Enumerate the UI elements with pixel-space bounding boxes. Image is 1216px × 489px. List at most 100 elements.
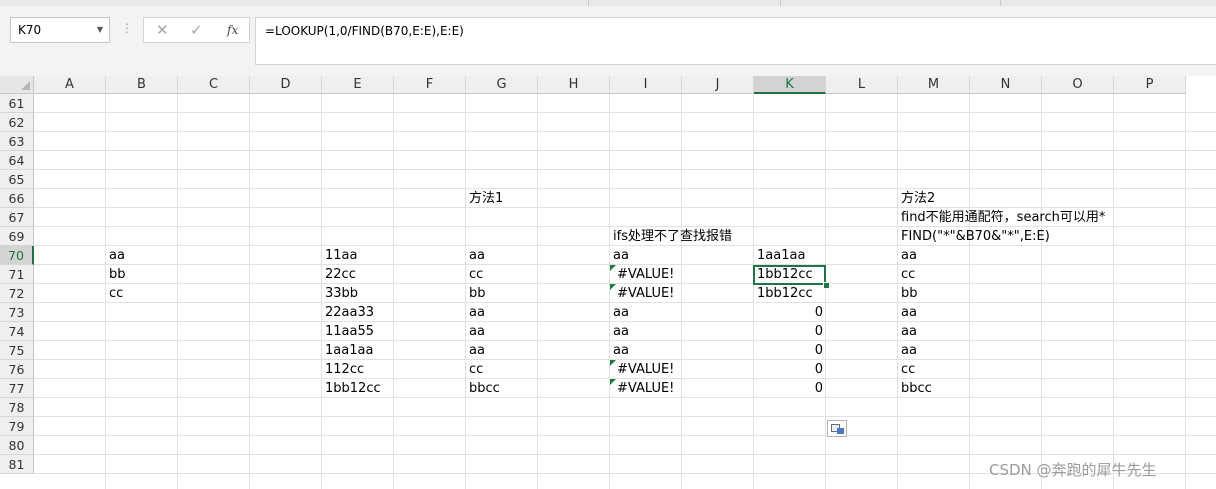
cell-i71[interactable]: #VALUE! <box>610 265 674 284</box>
row-header-81[interactable]: 81 <box>0 455 34 474</box>
row-header-63[interactable]: 63 <box>0 132 34 151</box>
column-header-j[interactable]: J <box>682 76 754 94</box>
row-header-62[interactable]: 62 <box>0 113 34 132</box>
cell-g76[interactable]: cc <box>466 360 483 379</box>
select-all-button[interactable] <box>0 76 34 94</box>
column-header-l[interactable]: L <box>826 76 898 94</box>
formula-input[interactable]: =LOOKUP(1,0/FIND(B70,E:E),E:E) <box>255 17 1216 65</box>
chevron-down-icon[interactable]: ▼ <box>97 18 103 42</box>
cell-e71[interactable]: 22cc <box>322 265 356 284</box>
cell-e77[interactable]: 1bb12cc <box>322 379 381 398</box>
cell-g66[interactable]: 方法1 <box>466 189 503 208</box>
column-header-g[interactable]: G <box>466 76 538 94</box>
cell-m73[interactable]: aa <box>898 303 917 322</box>
cell-m69[interactable]: FIND("*"&B70&"*",E:E) <box>898 227 1050 246</box>
paste-options-icon[interactable] <box>827 420 847 437</box>
fill-handle[interactable] <box>823 282 830 289</box>
column-header-k[interactable]: K <box>754 76 826 94</box>
column-header-n[interactable]: N <box>970 76 1042 94</box>
cell-g75[interactable]: aa <box>466 341 485 360</box>
row-header-80[interactable]: 80 <box>0 436 34 455</box>
enter-icon[interactable]: ✓ <box>190 18 203 42</box>
name-box[interactable]: K70 ▼ <box>10 17 110 43</box>
column-header-e[interactable]: E <box>322 76 394 94</box>
cell-i72[interactable]: #VALUE! <box>610 284 674 303</box>
cell-g74[interactable]: aa <box>466 322 485 341</box>
cell-m77[interactable]: bbcc <box>898 379 932 398</box>
cell-i74[interactable]: aa <box>610 322 629 341</box>
cell-k76[interactable]: 0 <box>754 360 826 379</box>
cell-m72[interactable]: bb <box>898 284 918 303</box>
cell-g77[interactable]: bbcc <box>466 379 500 398</box>
cell-m67[interactable]: find不能用通配符，search可以用* <box>898 208 1105 227</box>
cell-e74[interactable]: 11aa55 <box>322 322 374 341</box>
error-indicator-icon[interactable] <box>610 284 616 290</box>
cell-i75[interactable]: aa <box>610 341 629 360</box>
cell-m71[interactable]: cc <box>898 265 915 284</box>
cell-i70[interactable]: aa <box>610 246 629 265</box>
cell-i76[interactable]: #VALUE! <box>610 360 674 379</box>
cell-i77[interactable]: #VALUE! <box>610 379 674 398</box>
error-indicator-icon[interactable] <box>610 360 616 366</box>
row-header-72[interactable]: 72 <box>0 284 34 303</box>
row-header-73[interactable]: 73 <box>0 303 34 322</box>
cell-k75[interactable]: 0 <box>754 341 826 360</box>
cell-k70[interactable]: 1aa1aa <box>754 246 805 265</box>
row-header-76[interactable]: 76 <box>0 360 34 379</box>
cell-m74[interactable]: aa <box>898 322 917 341</box>
cell-i69[interactable]: ifs处理不了查找报错 <box>610 227 732 246</box>
row-header-70[interactable]: 70 <box>0 246 34 265</box>
row-header-79[interactable]: 79 <box>0 417 34 436</box>
cell-k77[interactable]: 0 <box>754 379 826 398</box>
row-header-61[interactable]: 61 <box>0 94 34 113</box>
cell-m66[interactable]: 方法2 <box>898 189 935 208</box>
row-header-69[interactable]: 69 <box>0 227 34 246</box>
cell-e70[interactable]: 11aa <box>322 246 357 265</box>
cell-b70[interactable]: aa <box>106 246 125 265</box>
column-header-d[interactable]: D <box>250 76 322 94</box>
cell-k72[interactable]: 1bb12cc <box>754 284 813 303</box>
column-header-a[interactable]: A <box>34 76 106 94</box>
cell-b71[interactable]: bb <box>106 265 126 284</box>
cell-m70[interactable]: aa <box>898 246 917 265</box>
cell-k74[interactable]: 0 <box>754 322 826 341</box>
row-header-78[interactable]: 78 <box>0 398 34 417</box>
column-header-i[interactable]: I <box>610 76 682 94</box>
cell-e75[interactable]: 1aa1aa <box>322 341 373 360</box>
cell-b72[interactable]: cc <box>106 284 123 303</box>
column-header-m[interactable]: M <box>898 76 970 94</box>
row-header-64[interactable]: 64 <box>0 151 34 170</box>
row-header-67[interactable]: 67 <box>0 208 34 227</box>
row-header-65[interactable]: 65 <box>0 170 34 189</box>
insert-function-icon[interactable]: fx <box>227 18 238 42</box>
cell-m75[interactable]: aa <box>898 341 917 360</box>
worksheet-grid[interactable]: A B C D E F G H I J K L M N O P 61 62 63 64 65 66 67 69 70 71 72 73… <box>0 76 1216 489</box>
row-header-75[interactable]: 75 <box>0 341 34 360</box>
row-header-74[interactable]: 74 <box>0 322 34 341</box>
column-header-o[interactable]: O <box>1042 76 1114 94</box>
cell-e73[interactable]: 22aa33 <box>322 303 374 322</box>
cell-e76[interactable]: 112cc <box>322 360 364 379</box>
error-indicator-icon[interactable] <box>610 379 616 385</box>
cell-i73[interactable]: aa <box>610 303 629 322</box>
column-header-c[interactable]: C <box>178 76 250 94</box>
column-header-h[interactable]: H <box>538 76 610 94</box>
cell-g70[interactable]: aa <box>466 246 485 265</box>
cell-k73[interactable]: 0 <box>754 303 826 322</box>
formula-buttons: ✕ ✓ fx <box>143 17 250 43</box>
cell-e72[interactable]: 33bb <box>322 284 358 303</box>
row-header-77[interactable]: 77 <box>0 379 34 398</box>
cell-g72[interactable]: bb <box>466 284 486 303</box>
column-header-b[interactable]: B <box>106 76 178 94</box>
gridline <box>34 454 1216 455</box>
row-header-66[interactable]: 66 <box>0 189 34 208</box>
drag-handle-icon[interactable]: ⋮ <box>121 21 133 35</box>
cancel-icon[interactable]: ✕ <box>156 18 169 42</box>
column-header-p[interactable]: P <box>1114 76 1186 94</box>
cell-m76[interactable]: cc <box>898 360 915 379</box>
column-header-f[interactable]: F <box>394 76 466 94</box>
error-indicator-icon[interactable] <box>610 265 616 271</box>
cell-g73[interactable]: aa <box>466 303 485 322</box>
row-header-71[interactable]: 71 <box>0 265 34 284</box>
cell-g71[interactable]: cc <box>466 265 483 284</box>
